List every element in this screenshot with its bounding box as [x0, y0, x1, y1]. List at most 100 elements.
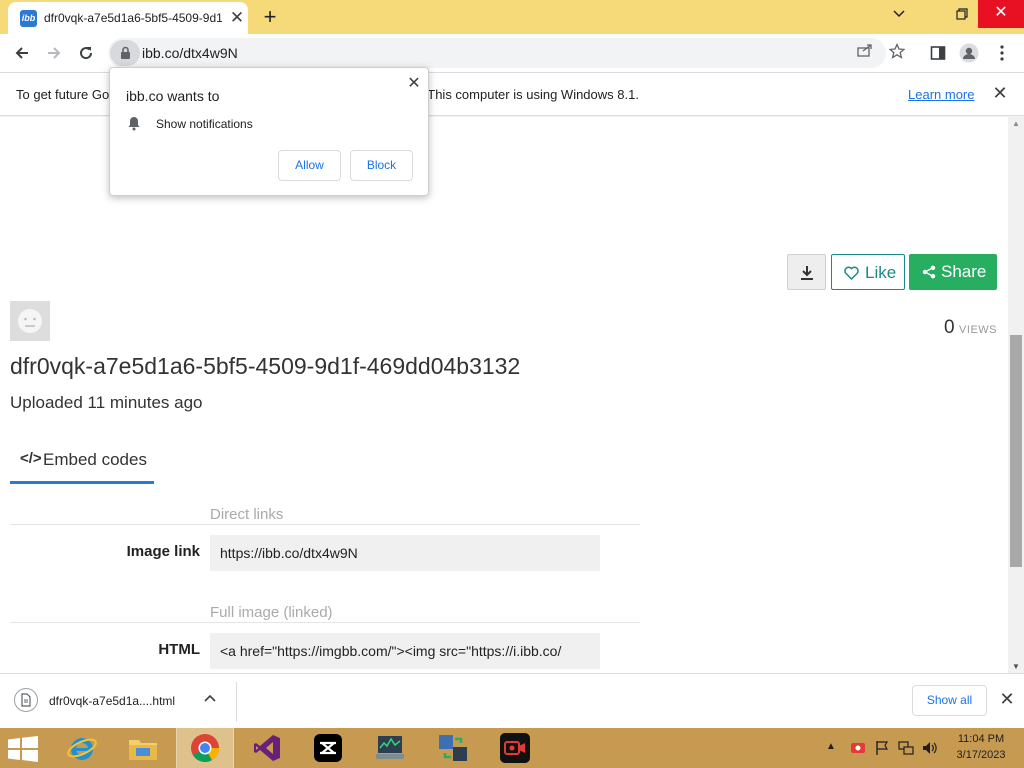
scroll-down-arrow-icon[interactable]: ▼ — [1008, 662, 1024, 671]
side-panel-icon[interactable] — [926, 41, 950, 65]
show-all-button[interactable]: Show all — [912, 685, 987, 716]
minimize-button[interactable] — [877, 0, 921, 28]
file-icon — [14, 688, 38, 712]
like-button[interactable]: Like — [831, 254, 905, 290]
image-link-label: Image link — [126, 543, 200, 560]
chevron-up-icon[interactable] — [204, 691, 216, 705]
clock-time[interactable]: 11:04 PM — [946, 733, 1016, 745]
tab-close-icon[interactable]: ✕ — [228, 9, 246, 27]
reload-icon — [80, 47, 93, 60]
download-shelf-close-icon[interactable]: ✕ — [997, 689, 1017, 710]
page-scrollbar[interactable]: ▲ ▼ — [1008, 117, 1024, 673]
start-button[interactable] — [8, 736, 38, 767]
url-text[interactable]: ibb.co/dtx4w9N — [142, 45, 238, 61]
folder-icon — [129, 740, 157, 760]
section-divider — [10, 524, 640, 525]
uploaded-time[interactable]: 11 minutes ago — [88, 393, 203, 412]
download-button[interactable] — [787, 254, 826, 290]
network-transfer-icon — [439, 735, 467, 761]
arrow-left-icon — [15, 47, 28, 59]
chrome-icon — [191, 734, 219, 762]
html-embed-field[interactable]: <a href="https://imgbb.com/"><img src="h… — [210, 633, 600, 669]
screen-recorder-icon — [500, 733, 530, 763]
section-header-full-image: Full image (linked) — [210, 604, 333, 621]
flag-icon[interactable] — [874, 740, 890, 756]
share-page-icon[interactable] — [854, 43, 876, 63]
download-shelf: dfr0vqk-a7e5d1a....html Show all ✕ — [0, 673, 1024, 728]
block-button[interactable]: Block — [350, 150, 413, 181]
allow-button[interactable]: Allow — [278, 150, 341, 181]
section-header-direct-links: Direct links — [210, 506, 284, 523]
taskbar-visual-studio[interactable] — [238, 728, 296, 768]
new-tab-button[interactable]: + — [258, 5, 282, 29]
share-button[interactable]: Share — [909, 254, 997, 290]
imgbb-favicon-icon: ibb — [20, 10, 37, 27]
notification-permission-popup: ibb.co wants to ✕ Show notifications All… — [109, 67, 429, 196]
page-content: Like Share 0 VIEWS dfr0vqk-a7e5d1a6-5bf5… — [0, 117, 1008, 673]
taskbar-internet-explorer[interactable] — [53, 728, 111, 768]
network-icon[interactable] — [898, 740, 914, 756]
popup-permission-text: Show notifications — [156, 117, 253, 131]
bell-icon — [128, 117, 140, 131]
learn-more-link[interactable]: Learn more — [908, 87, 974, 102]
scroll-up-arrow-icon[interactable]: ▲ — [1008, 119, 1024, 128]
taskbar-screen-recorder[interactable] — [486, 728, 544, 768]
uploaded-prefix: Uploaded — [10, 393, 83, 412]
internet-explorer-icon — [67, 738, 97, 760]
visual-studio-icon — [254, 735, 280, 761]
neutral-face-icon — [18, 309, 42, 333]
browser-tab-strip: ibb dfr0vqk-a7e5d1a6-5bf5-4509-9d1f-469d… — [0, 0, 1024, 34]
restore-icon — [956, 8, 968, 20]
tab-embed-label: Embed codes — [43, 450, 147, 469]
volume-icon[interactable] — [921, 740, 937, 756]
site-info-button[interactable] — [110, 40, 140, 66]
address-bar[interactable]: ibb.co/dtx4w9N — [108, 38, 906, 68]
scrollbar-thumb[interactable] — [1010, 335, 1022, 567]
back-button[interactable] — [9, 41, 35, 65]
download-filename[interactable]: dfr0vqk-a7e5d1a....html — [49, 694, 175, 708]
views-counter: 0 VIEWS — [944, 317, 997, 339]
browser-tab[interactable]: ibb dfr0vqk-a7e5d1a6-5bf5-4509-9d1f-469d… — [8, 2, 248, 34]
forward-button[interactable] — [41, 41, 67, 65]
bookmark-star-icon[interactable] — [886, 42, 908, 63]
code-icon: </> — [20, 450, 42, 467]
section-divider — [10, 622, 640, 623]
share-label: Share — [941, 262, 987, 281]
heart-icon — [844, 266, 859, 280]
uploader-avatar[interactable] — [10, 301, 50, 341]
capcut-icon — [314, 734, 342, 762]
popup-title: ibb.co wants to — [126, 88, 220, 104]
download-icon — [801, 266, 813, 280]
upload-info: Uploaded 11 minutes ago — [10, 393, 203, 413]
tab-title: dfr0vqk-a7e5d1a6-5bf5-4509-9d1f-469dd04b… — [44, 11, 222, 25]
reload-button[interactable] — [73, 41, 99, 65]
chevron-down-icon — [893, 10, 905, 18]
views-count: 0 — [944, 317, 955, 338]
profile-avatar-icon[interactable] — [957, 41, 981, 65]
menu-kebab-icon[interactable] — [990, 41, 1014, 65]
image-link-field[interactable]: https://ibb.co/dtx4w9N — [210, 535, 600, 571]
show-hidden-icons-icon[interactable]: ▲ — [826, 741, 836, 752]
taskbar-capcut[interactable] — [299, 728, 357, 768]
taskbar-task-manager[interactable] — [361, 728, 419, 768]
views-label: VIEWS — [959, 324, 997, 336]
taskbar-file-explorer[interactable] — [114, 728, 172, 768]
info-bar-close-icon[interactable]: ✕ — [990, 83, 1010, 104]
share-nodes-icon — [922, 265, 936, 279]
lock-icon — [121, 46, 130, 59]
like-label: Like — [865, 263, 897, 282]
taskbar-network-transfer[interactable] — [424, 728, 482, 768]
divider — [236, 682, 237, 722]
windows-taskbar: ▲ 11:04 PM 3/17/2023 — [0, 728, 1024, 768]
image-title: dfr0vqk-a7e5d1a6-5bf5-4509-9d1f-469dd04b… — [10, 353, 521, 379]
tab-embed-codes[interactable]: </> Embed codes — [10, 442, 154, 484]
window-close-button[interactable]: ✕ — [978, 0, 1024, 28]
clock-date[interactable]: 3/17/2023 — [946, 749, 1016, 761]
windows-logo-icon — [8, 736, 38, 762]
popup-close-icon[interactable]: ✕ — [404, 74, 424, 94]
task-manager-icon — [376, 736, 404, 759]
arrow-right-icon — [48, 47, 61, 59]
html-embed-label: HTML — [158, 641, 200, 658]
taskbar-chrome[interactable] — [176, 728, 234, 768]
recorder-tray-icon[interactable] — [850, 740, 866, 756]
